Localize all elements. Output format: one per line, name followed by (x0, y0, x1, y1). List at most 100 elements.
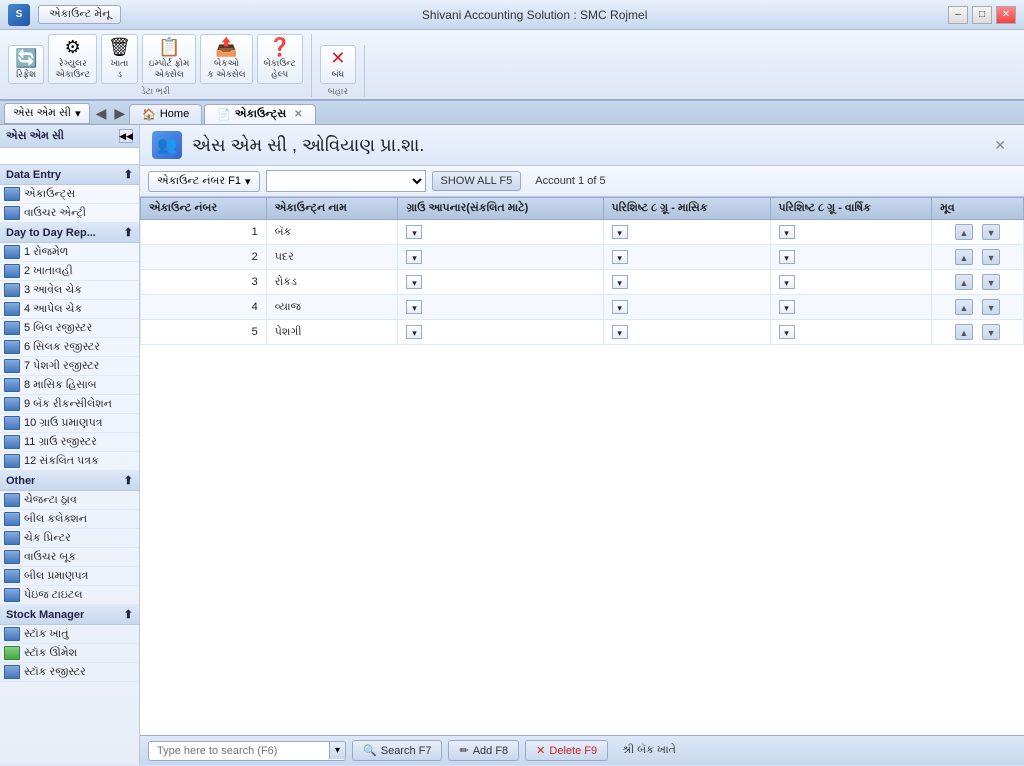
sidebar-section-stock[interactable]: Stock Manager ⬆ (0, 605, 139, 625)
ribbon-btn-delete[interactable]: 🗑 ખાતાડ (101, 34, 138, 84)
monthly-dropdown-icon[interactable]: ▾ (612, 250, 628, 264)
yearly-dropdown-icon[interactable]: ▾ (779, 275, 795, 289)
sidebar-item-8[interactable]: 8 માસિક હિસાબ (0, 376, 139, 395)
ribbon-btn-close[interactable]: ✕ બંધ (320, 45, 356, 84)
ribbon-btn-export-excel[interactable]: 📤 બેકઓક એક્સેલ (200, 34, 252, 84)
sidebar-search[interactable]: 🔍 (0, 148, 139, 165)
yearly-dropdown-icon[interactable]: ▾ (779, 300, 795, 314)
sidebar-item-voucher-entry[interactable]: વાઉચર એન્ટ્રી (0, 204, 139, 223)
show-all-button[interactable]: SHOW ALL F5 (432, 171, 522, 191)
ribbon-group-data: 🔄 રિફ્રેશ ⚙ રેગ્યુલરએકાઉન્ટ 🗑 ખાતાડ 📋 ઇમ… (8, 34, 312, 97)
maximize-button[interactable]: □ (972, 6, 992, 24)
monthly-dropdown-icon[interactable]: ▾ (612, 325, 628, 339)
search-dropdown-arrow-icon[interactable]: ▾ (329, 742, 345, 759)
ribbon-group-close: ✕ બંધ બહાર (320, 45, 365, 97)
table-row[interactable]: 5 પેશગી ▾ ▾ ▾ ▲ ▼ (141, 320, 1024, 345)
ribbon-btn-help[interactable]: ❓ બેકાઉન્ટહેલ્પ (257, 34, 303, 84)
nav-bar: એસ એમ સી ▾ ◀ ▶ 🏠 Home 📄 એકાઉન્ટ્સ ✕ (0, 101, 1024, 125)
sidebar-item-voucher-book[interactable]: વાઉચર બૂક (0, 548, 139, 567)
table-row[interactable]: 4 વ્યાજ ▾ ▾ ▾ ▲ ▼ (141, 295, 1024, 320)
move-down-icon[interactable]: ▼ (982, 274, 1000, 290)
menu-button[interactable]: એકાઉન્ટ મેનૂ (38, 5, 121, 24)
row-num: 4 (141, 295, 267, 320)
monthly-dropdown-icon[interactable]: ▾ (612, 225, 628, 239)
ribbon-btn-import-excel[interactable]: 📋 ઇમ્પોર્ટ ફ્રોમએક્સેલ (142, 34, 197, 84)
delete-f9-button[interactable]: ✕ Delete F9 (525, 740, 608, 761)
sidebar-item-3[interactable]: 3 આવેલ ચેક (0, 281, 139, 300)
sidebar-section-data-entry[interactable]: Data Entry ⬆ (0, 165, 139, 185)
sidebar-item-stock-umesh[interactable]: સ્ટૉક ઊંમેશ (0, 644, 139, 663)
sidebar-item-1[interactable]: 1 રોજમેળ (0, 243, 139, 262)
tab-close-icon[interactable]: ✕ (294, 109, 302, 120)
table-row[interactable]: 3 રોકડ ▾ ▾ ▾ ▲ ▼ (141, 270, 1024, 295)
bottom-search-box[interactable]: ▾ (148, 741, 346, 761)
sidebar-item-12[interactable]: 12 સંકલિત પત્રક (0, 452, 139, 471)
sidebar-item-9[interactable]: 9 બૅંક રીકન્સીલેશન (0, 395, 139, 414)
nav-arrow-right-icon[interactable]: ▶ (112, 103, 127, 124)
minimize-button[interactable]: – (948, 6, 968, 24)
table-header-row: એકાઉન્ટ નંબર એકાઉન્ટ્ન નામ ગ્રાઉ આપનાર(સ… (141, 198, 1024, 220)
sidebar-item-5[interactable]: 5 બિલ રજીસ્ટર (0, 319, 139, 338)
row-monthly: ▾ (603, 245, 770, 270)
add-f8-button[interactable]: ✏ Add F8 (448, 740, 519, 761)
yearly-dropdown-icon[interactable]: ▾ (779, 325, 795, 339)
grau-dropdown-icon[interactable]: ▾ (406, 275, 422, 289)
move-down-icon[interactable]: ▼ (982, 324, 1000, 340)
sidebar-item-6[interactable]: 6 સિલક રજીસ્ટર (0, 338, 139, 357)
sidebar-item-check-printer[interactable]: ચેક પ્રિન્ટર (0, 529, 139, 548)
content-header-close-button[interactable]: ✕ (988, 135, 1012, 156)
sidebar-item-stock-register[interactable]: સ્ટૉક રજીસ્ટર (0, 663, 139, 682)
table-row[interactable]: 2 ૫દર ▾ ▾ ▾ ▲ ▼ (141, 245, 1024, 270)
ribbon-btn-regular-account[interactable]: ⚙ રેગ્યુલરએકાઉન્ટ (48, 34, 97, 84)
grau-dropdown-icon[interactable]: ▾ (406, 225, 422, 239)
sidebar-item-stock-register-label: સ્ટૉક રજીસ્ટર (24, 666, 86, 679)
sidebar-item-accounts-label: એકાઉન્ટ્સ (24, 188, 75, 201)
sidebar-item-bill-pramanpatra[interactable]: બીલ પ્રમાણપત્ર (0, 567, 139, 586)
tab-home[interactable]: 🏠 Home (129, 104, 202, 124)
grau-dropdown-icon[interactable]: ▾ (406, 325, 422, 339)
sidebar-collapse-btn[interactable]: ◀◀ (119, 129, 133, 143)
sidebar-nav-dropdown[interactable]: એસ એમ સી ▾ (4, 103, 90, 124)
sidebar-item-2[interactable]: 2 ખાતાવહી (0, 262, 139, 281)
search-f7-button[interactable]: 🔍 Search F7 (352, 740, 442, 761)
ribbon-btn-refresh[interactable]: 🔄 રિફ્રેશ (8, 45, 44, 84)
sidebar-item-10[interactable]: 10 ગ્રાઉ પ્રમાણપત્ર (0, 414, 139, 433)
account-number-dropdown[interactable]: એકાઉન્ટ નંબર F1 ▾ (148, 171, 260, 192)
account-info: Account 1 of 5 (535, 175, 605, 187)
sidebar-item-stock-account[interactable]: સ્ટૉક ખાતું (0, 625, 139, 644)
sidebar-item-4[interactable]: 4 આપેલ ચેક (0, 300, 139, 319)
sidebar-section-other[interactable]: Other ⬆ (0, 471, 139, 491)
move-up-icon[interactable]: ▲ (955, 324, 973, 340)
row-move: ▲ ▼ (932, 270, 1024, 295)
grau-dropdown-icon[interactable]: ▾ (406, 250, 422, 264)
sidebar-search-input[interactable] (0, 148, 140, 164)
bottom-search-input[interactable] (149, 742, 329, 760)
yearly-dropdown-icon[interactable]: ▾ (779, 250, 795, 264)
sidebar-section-day-to-day[interactable]: Day to Day Rep... ⬆ (0, 223, 139, 243)
sankalit-patrak-icon (4, 454, 20, 468)
account-select[interactable] (266, 170, 426, 192)
row-yearly: ▾ (770, 270, 932, 295)
sidebar-item-accounts[interactable]: એકાઉન્ટ્સ (0, 185, 139, 204)
monthly-dropdown-icon[interactable]: ▾ (612, 300, 628, 314)
nav-arrow-left-icon[interactable]: ◀ (94, 103, 109, 124)
chevron-down-icon: ▾ (75, 107, 81, 120)
move-down-icon[interactable]: ▼ (982, 299, 1000, 315)
move-up-icon[interactable]: ▲ (955, 274, 973, 290)
move-up-icon[interactable]: ▲ (955, 249, 973, 265)
yearly-dropdown-icon[interactable]: ▾ (779, 225, 795, 239)
table-row[interactable]: 1 બૅક ▾ ▾ ▾ ▲ ▼ (141, 220, 1024, 245)
sidebar-item-7[interactable]: 7 પેશગી રજીસ્ટર (0, 357, 139, 376)
sidebar-item-11[interactable]: 11 ગ્રાઉ રજીસ્ટર (0, 433, 139, 452)
move-down-icon[interactable]: ▼ (982, 224, 1000, 240)
grau-dropdown-icon[interactable]: ▾ (406, 300, 422, 314)
close-button[interactable]: ✕ (996, 6, 1016, 24)
monthly-dropdown-icon[interactable]: ▾ (612, 275, 628, 289)
move-up-icon[interactable]: ▲ (955, 299, 973, 315)
move-down-icon[interactable]: ▼ (982, 249, 1000, 265)
sidebar-item-bill-collection[interactable]: બીલ કલેક્શન (0, 510, 139, 529)
move-up-icon[interactable]: ▲ (955, 224, 973, 240)
sidebar-item-page-title[interactable]: પેઇજ ટાઇટલ (0, 586, 139, 605)
sidebar-item-chejanta[interactable]: ચેજન્ટા ઠ્રાવ (0, 491, 139, 510)
tab-accounts[interactable]: 📄 એકાઉન્ટ્સ ✕ (204, 104, 315, 124)
